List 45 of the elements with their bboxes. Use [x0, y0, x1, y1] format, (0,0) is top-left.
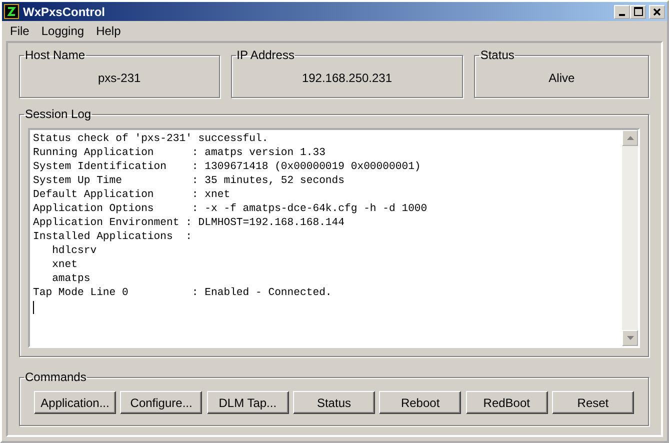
log-line: Application Environment : DLMHOST=192.168.168.144 [33, 216, 346, 230]
minimize-icon [619, 14, 625, 16]
field-label: Status [479, 49, 516, 61]
log-line: Status check of 'pxs-231' successful. [33, 132, 270, 146]
log-line: Running Application : amatps version 1.33 [33, 146, 326, 160]
menu-item[interactable]: Logging [35, 22, 90, 40]
maximize-icon [634, 7, 642, 16]
maximize-button[interactable] [630, 4, 646, 18]
command-button[interactable]: Reset [552, 391, 634, 414]
log-text-area[interactable] [28, 128, 640, 348]
field-value: Alive [548, 70, 576, 87]
log-line: Installed Applications : [33, 230, 193, 244]
command-button[interactable]: Status [292, 391, 375, 414]
command-button[interactable]: Configure... [120, 391, 202, 414]
field-value: pxs-231 [96, 70, 142, 87]
log-line: amatps [51, 272, 92, 286]
command-button[interactable]: Reboot [379, 391, 462, 414]
close-icon [653, 8, 661, 16]
command-button[interactable]: DLM Tap... [206, 391, 289, 414]
text-cursor [33, 301, 34, 314]
scrollbar[interactable] [622, 130, 638, 346]
log-line: Tap Mode Line 0 : Enabled - Connected. [33, 286, 333, 300]
log-line: Application Options : -x -f amatps-dce-64k.cfg -h -d 1000 [33, 202, 428, 216]
field-label: Host Name [24, 49, 86, 61]
menu-item[interactable]: Help [90, 22, 127, 40]
group-label: Session Log [24, 108, 92, 120]
minimize-button[interactable] [614, 4, 630, 18]
close-button[interactable] [649, 4, 665, 18]
down-arrow-icon [626, 336, 634, 340]
log-line: System Up Time : 35 minutes, 52 seconds [33, 174, 346, 188]
field-value: 192.168.250.231 [300, 70, 394, 87]
command-button[interactable]: Application... [34, 391, 116, 414]
command-button[interactable]: RedBoot [466, 391, 548, 414]
log-line: System Identification : 1309671418 (0x00000019 0x00000001) [33, 160, 422, 174]
group-label: Commands [24, 371, 88, 383]
scroll-down-button[interactable] [622, 330, 638, 346]
app-icon [4, 4, 19, 19]
menu-item[interactable]: File [4, 22, 36, 40]
log-line: hdlcsrv [51, 244, 98, 258]
scroll-up-button[interactable] [622, 130, 638, 146]
log-line: xnet [51, 258, 79, 272]
window-title: WxPxsControl [23, 4, 106, 20]
up-arrow-icon [626, 136, 634, 140]
log-line: Default Application : xnet [33, 188, 232, 202]
field-label: IP Address [236, 49, 296, 61]
